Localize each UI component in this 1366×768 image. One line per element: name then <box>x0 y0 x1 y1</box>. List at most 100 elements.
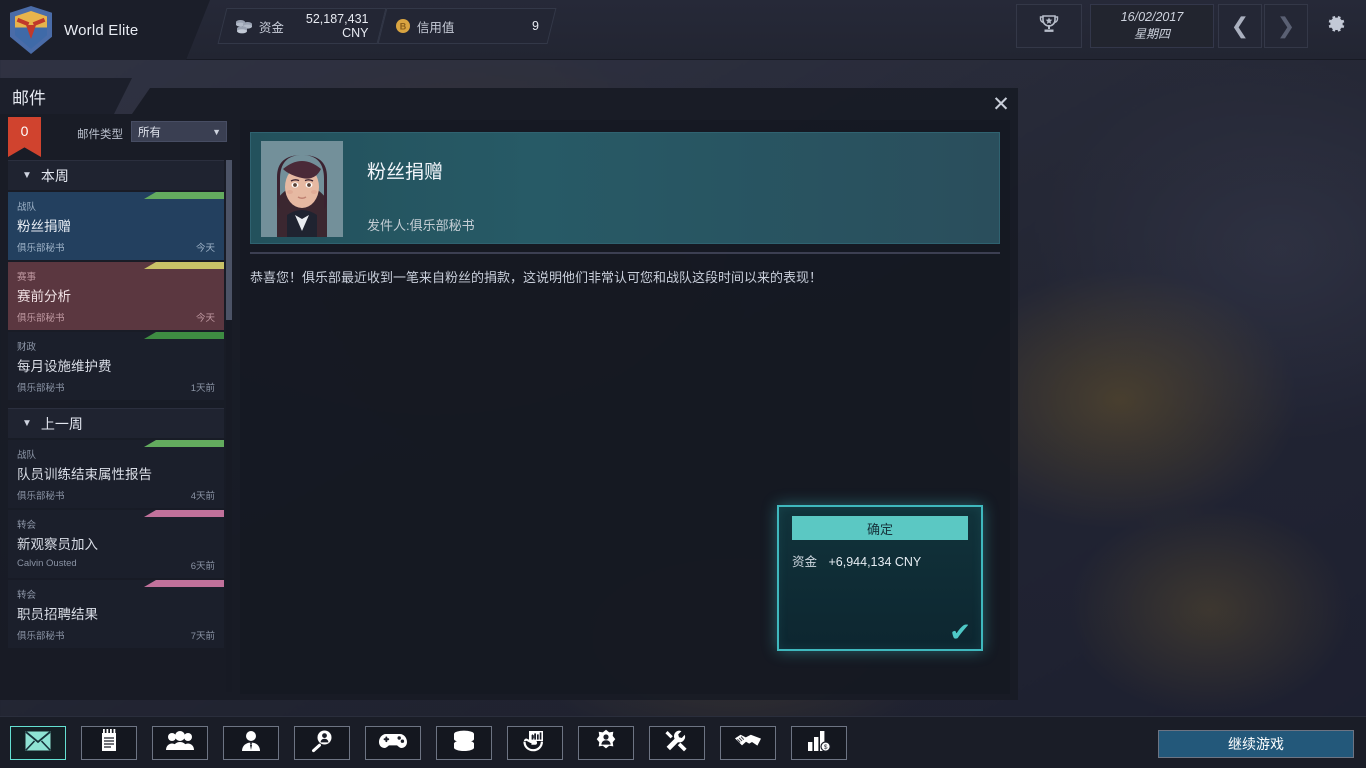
coins-icon <box>235 18 253 34</box>
mail-category-tag <box>144 192 224 199</box>
nav-button-sponsors[interactable] <box>720 726 776 760</box>
money-value: 52,187,431 CNY <box>306 12 369 41</box>
reward-value: +6,944,134 CNY <box>828 555 922 569</box>
mail-item-subject: 粉丝捐赠 <box>17 219 71 234</box>
weekday-value: 星期四 <box>1133 27 1170 41</box>
top-bar: World Elite 资金 52,187,431 CNY B 信用值 9 16… <box>0 0 1366 60</box>
target-person-icon <box>594 729 618 758</box>
reward-line: 资金 +6,944,134 CNY <box>792 551 921 570</box>
mail-item-time: 4天前 <box>190 491 215 502</box>
mail-list-item[interactable]: 转会 职员招聘结果 俱乐部秘书 7天前 <box>8 580 224 648</box>
person-tie-icon <box>240 730 262 757</box>
nav-button-match[interactable] <box>365 726 421 760</box>
mail-item-time: 1天前 <box>190 383 215 394</box>
mail-group-label: 上一周 <box>40 415 83 432</box>
credit-value: 9 <box>532 18 539 33</box>
mail-item-sender: 俱乐部秘书 <box>17 383 65 394</box>
mail-group-header[interactable]: ▼ 上一周 <box>8 408 224 438</box>
date-value: 16/02/2017 <box>1120 10 1184 24</box>
mail-item-sender: Calvin Ousted <box>17 558 77 569</box>
settings-button[interactable] <box>1312 4 1360 48</box>
mail-type-value: 所有 <box>138 126 161 139</box>
prev-button[interactable]: ❮ <box>1218 4 1262 48</box>
filter-row: 0 邮件类型 所有 ▼ <box>0 116 232 157</box>
mail-category-tag <box>144 580 224 587</box>
page-title: 邮件 <box>12 88 46 108</box>
mail-subject: 粉丝捐赠 <box>367 162 444 183</box>
mail-category-tag <box>144 510 224 517</box>
nav-button-statistics[interactable]: $ <box>791 726 847 760</box>
window-title-tab: 邮件 <box>0 78 132 114</box>
nav-button-player[interactable] <box>223 726 279 760</box>
mail-list-item[interactable]: 赛事 赛前分析 俱乐部秘书 今天 <box>8 262 224 330</box>
envelope-icon <box>25 730 51 756</box>
confirm-button[interactable]: 确定 <box>792 516 968 540</box>
window-header-strip <box>132 88 1018 114</box>
money-hand-icon: ¥ <box>523 730 547 757</box>
filter-label: 邮件类型 <box>77 129 123 141</box>
nav-button-mail[interactable] <box>10 726 66 760</box>
handshake-icon <box>734 732 762 755</box>
reward-popup: 确定 资金 +6,944,134 CNY ✔ <box>777 505 983 651</box>
continue-game-button[interactable]: 继续游戏 <box>1158 730 1354 758</box>
money-currency: CNY <box>342 26 369 40</box>
club-plate[interactable]: World Elite <box>0 0 210 60</box>
database-icon <box>452 730 476 757</box>
chevron-right-icon: ❯ <box>1276 13 1296 38</box>
mail-item-subject: 职员招聘结果 <box>17 607 98 622</box>
mail-list-item[interactable]: 转会 新观察员加入 Calvin Ousted 6天前 <box>8 510 224 578</box>
mail-list-scrollbar[interactable] <box>226 160 232 692</box>
mail-category: 战队 <box>17 450 37 461</box>
mail-list-item[interactable]: 战队队员训练结束属性报告俱乐部秘书 4天前 <box>8 440 224 508</box>
mail-category: 财政 <box>17 342 37 353</box>
money-chip[interactable]: 资金 52,187,431 CNY <box>217 8 387 44</box>
mail-window: 0 邮件类型 所有 ▼ ▼ 本周 战队 粉丝捐赠 俱乐部秘书 今天 赛事 赛前分析 俱乐部秘书今… <box>0 114 1018 700</box>
secretary-avatar <box>261 141 343 237</box>
next-button[interactable]: ❯ <box>1264 4 1308 48</box>
mail-list-item[interactable]: 财政 每月设施维护费 俱乐部秘书 1天前 <box>8 332 224 400</box>
bar-chart-money-icon: $ <box>807 730 831 757</box>
close-icon[interactable]: ✕ <box>986 90 1016 118</box>
mail-category: 转会 <box>17 590 37 601</box>
mail-list-item[interactable]: 战队 粉丝捐赠 俱乐部秘书 今天 <box>8 192 224 260</box>
mail-item-time: 6天前 <box>190 561 215 572</box>
nav-button-database[interactable] <box>436 726 492 760</box>
nav-button-finance[interactable]: ¥ <box>507 726 563 760</box>
mail-type-select[interactable]: 所有 ▼ <box>131 121 227 142</box>
nav-button-facilities[interactable] <box>649 726 705 760</box>
nav-button-scouting[interactable] <box>294 726 350 760</box>
mail-list-scroll-thumb[interactable] <box>226 160 232 320</box>
mail-item-sender: 俱乐部秘书 <box>17 491 65 502</box>
mail-item-sender: 俱乐部秘书 <box>17 243 65 254</box>
mail-body-text: 恭喜您！俱乐部最近收到一笔来自粉丝的捐款，这说明他们非常认可您和战队这段时间以来… <box>250 270 823 285</box>
svg-text:$: $ <box>824 744 828 751</box>
nav-button-squad[interactable] <box>152 726 208 760</box>
magnifier-person-icon <box>310 729 334 758</box>
nav-button-news[interactable] <box>81 726 137 760</box>
mail-item-subject: 赛前分析 <box>17 289 71 304</box>
chevron-down-icon: ▼ <box>212 126 221 137</box>
divider <box>250 252 1000 254</box>
triangle-down-icon: ▼ <box>22 170 32 181</box>
mail-item-time: 今天 <box>195 243 215 254</box>
mail-sender: 发件人:俱乐部秘书 <box>367 218 475 233</box>
credit-chip[interactable]: B 信用值 9 <box>377 8 557 44</box>
mail-sidebar: 0 邮件类型 所有 ▼ ▼ 本周 战队 粉丝捐赠 俱乐部秘书 今天 赛事 赛前分析 俱乐部秘书今… <box>0 114 232 700</box>
check-icon: ✔ <box>949 617 971 647</box>
mail-item-subject: 新观察员加入 <box>17 537 98 552</box>
gear-icon <box>1324 12 1348 41</box>
mail-category-tag <box>144 262 224 269</box>
mail-group-header[interactable]: ▼ 本周 <box>8 160 224 190</box>
chevron-left-icon: ❮ <box>1230 13 1250 38</box>
mail-item-time: 今天 <box>195 313 215 324</box>
nav-button-training[interactable] <box>578 726 634 760</box>
mail-list[interactable]: ▼ 本周 战队 粉丝捐赠 俱乐部秘书 今天 赛事 赛前分析 俱乐部秘书 今天 财政 每月设施维护费 俱乐… <box>8 160 224 692</box>
money-label: 资金 <box>259 20 285 35</box>
mail-item-subject: 队员训练结束属性报告 <box>17 467 152 482</box>
credit-label: 信用值 <box>417 20 455 35</box>
mail-item-sender: 俱乐部秘书 <box>17 313 65 324</box>
mail-group-label: 本周 <box>40 167 69 184</box>
notepad-icon <box>99 728 119 758</box>
gamepad-icon <box>379 732 407 755</box>
trophy-button[interactable] <box>1016 4 1082 48</box>
